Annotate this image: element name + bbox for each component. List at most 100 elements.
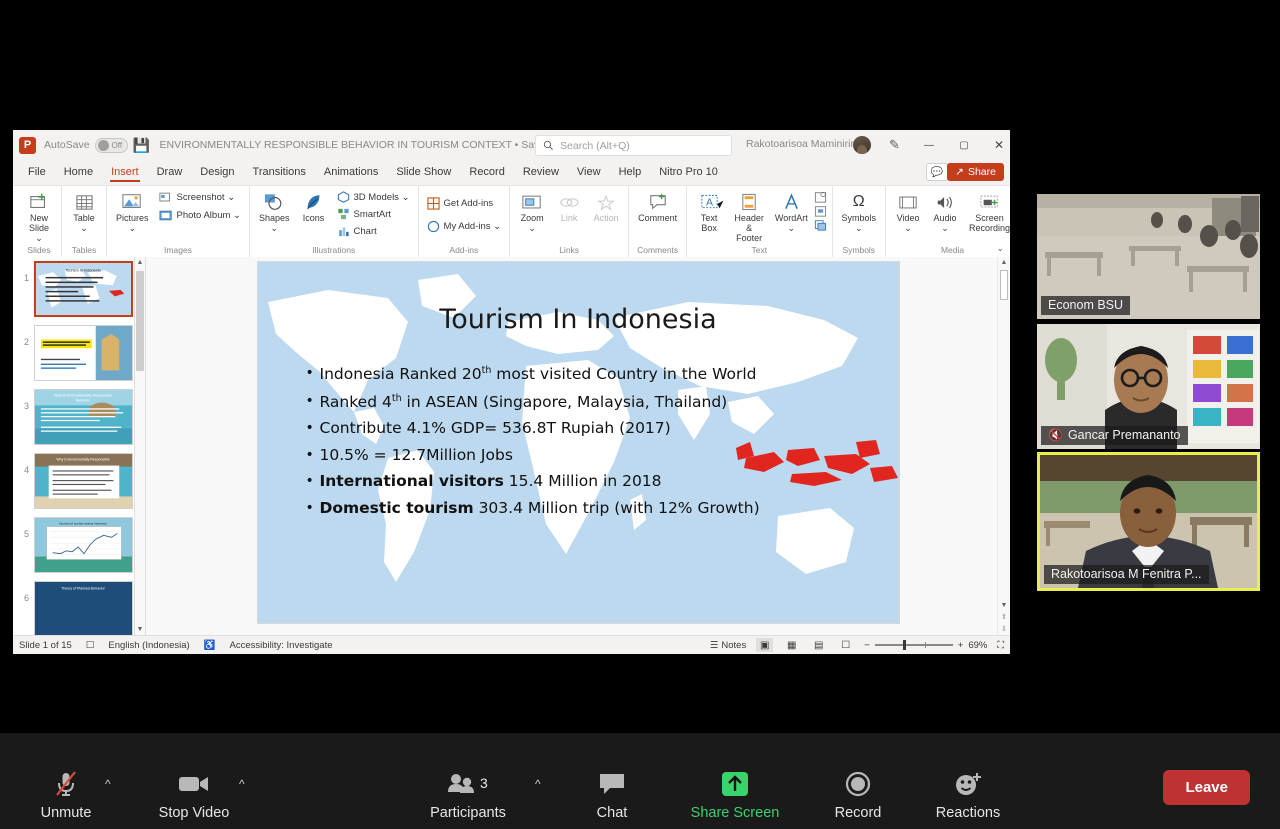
audio-options-chevron-icon[interactable]: ^ xyxy=(105,777,111,791)
video-tile-gancar-premananto[interactable]: 🔇 Gancar Premananto xyxy=(1037,324,1260,449)
slide-scroll-thumb[interactable] xyxy=(1000,270,1008,300)
video-tile-rakotoarisoa-active-speaker[interactable]: Rakotoarisoa M Fenitra P... xyxy=(1037,452,1260,591)
avatar[interactable] xyxy=(853,136,871,154)
object-icon[interactable] xyxy=(814,219,827,231)
slide-thumbnail-pane[interactable]: 1 Tourism In Indonesia 2 3 What is Envir… xyxy=(13,257,146,635)
zoom-in-button[interactable]: + xyxy=(958,640,964,651)
thumbnail-slide-2[interactable] xyxy=(34,325,133,381)
tab-transitions[interactable]: Transitions xyxy=(244,163,315,182)
my-addins-button[interactable]: My Add-ins ⌄ xyxy=(424,218,505,235)
thumbnail-row[interactable]: 3 What is Environmentally Responsible Be… xyxy=(13,389,145,445)
chat-button[interactable]: Chat xyxy=(564,769,660,821)
chart-button[interactable]: Chart xyxy=(334,223,413,239)
video-options-chevron-icon[interactable]: ^ xyxy=(239,777,245,791)
fit-to-window-icon[interactable]: ⛶ xyxy=(997,640,1004,651)
thumbnail-row[interactable]: 2 xyxy=(13,325,145,381)
thumbnail-slide-1[interactable]: Tourism In Indonesia xyxy=(34,261,133,317)
search-input[interactable]: Search (Alt+Q) xyxy=(535,135,732,156)
thumbnail-slide-5[interactable]: Number of tourists visiting Indonesia xyxy=(34,517,133,573)
reading-view-button[interactable]: ▤ xyxy=(810,638,827,652)
maximize-button[interactable]: ▢ xyxy=(953,136,975,154)
thumbnail-slide-3[interactable]: What is Environmentally Responsible Beha… xyxy=(34,389,133,445)
accessibility-status[interactable]: Accessibility: Investigate xyxy=(230,640,333,651)
smartart-button[interactable]: SmartArt xyxy=(334,206,413,222)
screen-recording-button[interactable]: Screen Recording xyxy=(965,189,1010,235)
stop-video-button[interactable]: Stop Video xyxy=(146,769,242,821)
slide-show-button[interactable]: ☐ xyxy=(837,638,854,652)
participants-button[interactable]: 3 Participants xyxy=(420,769,516,821)
tab-insert[interactable]: Insert xyxy=(102,163,148,182)
scroll-up-icon[interactable]: ▲ xyxy=(998,259,1010,266)
zoom-slider[interactable]: − + 69% xyxy=(864,640,987,651)
thumbnail-slide-6[interactable]: Theory of Planned Behavior xyxy=(34,581,133,635)
symbols-button[interactable]: Ω Symbols ⌄ xyxy=(838,189,881,235)
thumbnail-row[interactable]: 5 Number of tourists visiting Indonesia xyxy=(13,517,145,573)
notes-button[interactable]: ☰ Notes xyxy=(710,640,746,651)
zoom-knob[interactable] xyxy=(902,640,906,650)
comment-button[interactable]: Comment xyxy=(634,189,681,225)
thumbnail-row[interactable]: 6 Theory of Planned Behavior xyxy=(13,581,145,635)
audio-button[interactable]: Audio ⌄ xyxy=(928,189,962,235)
tab-file[interactable]: File xyxy=(19,163,55,182)
wordart-button[interactable]: WordArt ⌄ xyxy=(772,189,810,235)
slide-sorter-view-button[interactable]: ▦ xyxy=(783,638,800,652)
close-button[interactable]: ✕ xyxy=(988,136,1010,154)
autosave-toggle[interactable]: Off xyxy=(94,137,128,153)
share-button[interactable]: ↗ Share xyxy=(947,163,1004,181)
tab-record[interactable]: Record xyxy=(460,163,513,182)
tab-slide-show[interactable]: Slide Show xyxy=(387,163,460,182)
tab-nitro-pro[interactable]: Nitro Pro 10 xyxy=(650,163,727,182)
next-slide-icon[interactable]: ⇩ xyxy=(998,625,1010,633)
table-button[interactable]: Table ⌄ xyxy=(67,189,101,235)
tab-home[interactable]: Home xyxy=(55,163,102,182)
language-indicator[interactable]: English (Indonesia) xyxy=(108,640,189,651)
zoom-track[interactable] xyxy=(874,640,953,650)
tab-design[interactable]: Design xyxy=(191,163,243,182)
tab-review[interactable]: Review xyxy=(514,163,568,182)
thumbnail-scrollbar[interactable]: ▲ ▼ xyxy=(134,257,145,635)
record-button[interactable]: Record xyxy=(810,769,906,821)
zoom-button[interactable]: Zoom ⌄ xyxy=(515,189,549,235)
icons-button[interactable]: Icons xyxy=(297,189,331,225)
slide-counter[interactable]: Slide 1 of 15 xyxy=(19,640,72,651)
unmute-button[interactable]: Unmute xyxy=(18,769,114,821)
tab-draw[interactable]: Draw xyxy=(148,163,192,182)
text-box-button[interactable]: A Text Box xyxy=(692,189,726,235)
tab-help[interactable]: Help xyxy=(610,163,651,182)
new-slide-button[interactable]: New Slide ⌄ xyxy=(22,189,56,245)
shapes-button[interactable]: Shapes ⌄ xyxy=(255,189,294,235)
leave-button[interactable]: Leave xyxy=(1163,770,1250,805)
photo-album-button[interactable]: Photo Album ⌄ xyxy=(156,207,244,224)
header-footer-button[interactable]: Header & Footer xyxy=(729,189,769,245)
link-button[interactable]: Link xyxy=(552,189,586,225)
pen-icon[interactable]: ✎ xyxy=(889,137,900,153)
ribbon-collapse-icon[interactable]: ⌄ xyxy=(996,243,1004,254)
video-button[interactable]: Video ⌄ xyxy=(891,189,925,235)
scroll-down-icon[interactable]: ▼ xyxy=(998,602,1010,609)
action-button[interactable]: Action xyxy=(589,189,623,225)
share-screen-button[interactable]: Share Screen xyxy=(687,769,783,821)
spell-check-icon[interactable]: ☐ xyxy=(86,640,95,651)
pictures-button[interactable]: Pictures ⌄ xyxy=(112,189,153,235)
save-icon[interactable]: 💾 xyxy=(133,137,150,153)
video-tile-econom-bsu[interactable]: Econom BSU xyxy=(1037,194,1260,319)
participants-options-chevron-icon[interactable]: ^ xyxy=(535,777,541,791)
screenshot-button[interactable]: Screenshot ⌄ xyxy=(156,189,244,206)
3d-models-button[interactable]: 3D Models ⌄ xyxy=(334,189,413,205)
tab-view[interactable]: View xyxy=(568,163,610,182)
thumbnail-slide-4[interactable]: Why Environmentally Responsible xyxy=(34,453,133,509)
current-slide[interactable]: Tourism In Indonesia Indonesia Ranked 20… xyxy=(257,262,899,623)
zoom-out-button[interactable]: − xyxy=(864,640,870,651)
date-time-icon[interactable] xyxy=(814,191,827,203)
tab-animations[interactable]: Animations xyxy=(315,163,387,182)
normal-view-button[interactable]: ▣ xyxy=(756,638,774,652)
scroll-down-icon[interactable]: ▼ xyxy=(135,626,145,633)
thumbnail-row[interactable]: 4 Why Environmentally Responsible xyxy=(13,453,145,509)
get-addins-button[interactable]: Get Add-ins xyxy=(424,195,497,212)
slide-vertical-scrollbar[interactable]: ▲ ▼ ⇧ ⇩ xyxy=(997,257,1010,635)
slide-number-icon[interactable] xyxy=(814,205,827,217)
thumbnail-row[interactable]: 1 Tourism In Indonesia xyxy=(13,261,145,317)
reactions-button[interactable]: Reactions xyxy=(920,769,1016,821)
thumbnail-scroll-thumb[interactable] xyxy=(136,271,144,371)
minimize-button[interactable]: — xyxy=(918,136,940,154)
